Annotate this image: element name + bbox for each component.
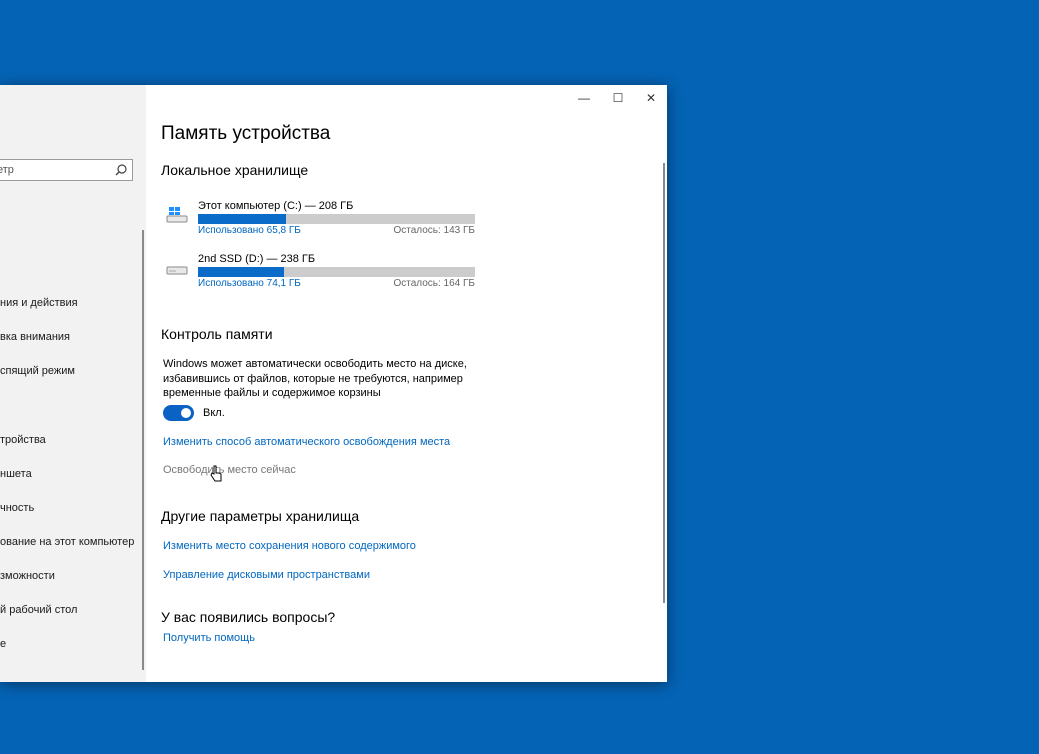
storage-sense-heading: Контроль памяти: [161, 326, 273, 342]
drive-d-used[interactable]: Использовано 74,1 ГБ: [198, 278, 301, 289]
sidebar-item-about[interactable]: е: [0, 638, 6, 650]
get-help-link[interactable]: Получить помощь: [163, 632, 255, 644]
drive-c-used[interactable]: Использовано 65,8 ГБ: [198, 225, 301, 236]
drive-d-free: Осталось: 164 ГБ: [393, 278, 475, 289]
storage-sense-toggle[interactable]: [163, 405, 194, 421]
drive-d-name[interactable]: 2nd SSD (D:) — 238 ГБ: [198, 253, 315, 265]
windows-drive-icon: [166, 207, 188, 223]
change-save-location-link[interactable]: Изменить место сохранения нового содержи…: [163, 540, 416, 552]
drive-c-name[interactable]: Этот компьютер (C:) — 208 ГБ: [198, 200, 353, 212]
main-panel: — ☐ ✕ Память устройства Локальное хранил…: [146, 85, 667, 682]
drive-icon: [166, 266, 188, 275]
minimize-button[interactable]: —: [574, 89, 594, 107]
hand-cursor-icon: [210, 465, 222, 482]
drive-d-usage-bar[interactable]: [198, 267, 475, 277]
search-placeholder: етр: [0, 164, 14, 176]
sidebar-item-remote-desktop[interactable]: й рабочий стол: [0, 604, 77, 616]
storage-sense-description: Windows может автоматически освободить м…: [163, 358, 467, 399]
drive-c-usage-bar[interactable]: [198, 214, 475, 224]
questions-heading: У вас появились вопросы?: [161, 609, 336, 625]
sidebar-item-multitasking[interactable]: чность: [0, 502, 34, 514]
sidebar-item-tablet[interactable]: ншета: [0, 468, 32, 480]
local-storage-heading: Локальное хранилище: [161, 162, 309, 178]
sidebar-item-shared-experiences[interactable]: зможности: [0, 570, 55, 582]
maximize-button[interactable]: ☐: [608, 89, 628, 107]
toggle-label: Вкл.: [203, 407, 225, 419]
search-icon[interactable]: [114, 163, 128, 177]
sidebar-item-projecting[interactable]: ование на этот компьютер: [0, 536, 134, 548]
drive-d-usage-fill: [198, 267, 285, 277]
settings-window: ы етр ния и действия вка внимания спящий…: [0, 85, 667, 682]
sidebar: ы етр ния и действия вка внимания спящий…: [0, 85, 146, 682]
manage-storage-spaces-link[interactable]: Управление дисковыми пространствами: [163, 569, 370, 581]
close-button[interactable]: ✕: [641, 89, 661, 107]
main-scrollbar[interactable]: [663, 163, 665, 603]
sidebar-item-storage[interactable]: тройства: [0, 434, 46, 446]
sidebar-scrollbar[interactable]: [142, 230, 144, 670]
free-space-now-link[interactable]: Освободить место сейчас: [163, 464, 296, 476]
sidebar-item-notifications[interactable]: ния и действия: [0, 297, 78, 309]
more-storage-heading: Другие параметры хранилища: [161, 508, 360, 524]
drive-c-free: Осталось: 143 ГБ: [393, 225, 475, 236]
change-storage-sense-link[interactable]: Изменить способ автоматического освобожд…: [163, 436, 450, 448]
page-title: Память устройства: [161, 123, 331, 144]
toggle-knob: [181, 408, 191, 418]
drive-c-usage-fill: [198, 214, 286, 224]
sidebar-item-power-sleep[interactable]: спящий режим: [0, 365, 75, 377]
search-input[interactable]: етр: [0, 159, 133, 181]
sidebar-item-focus-assist[interactable]: вка внимания: [0, 331, 70, 343]
